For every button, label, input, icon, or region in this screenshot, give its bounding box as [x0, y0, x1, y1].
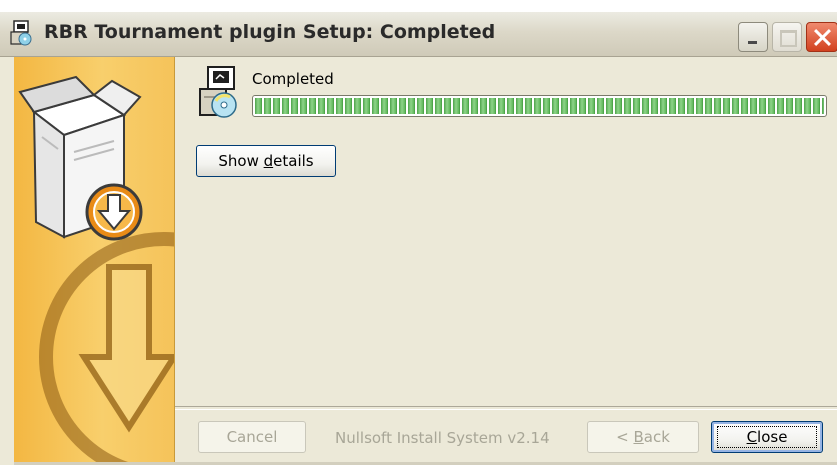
- close-button[interactable]: Close: [711, 421, 823, 453]
- back-accelerator: B: [633, 428, 644, 446]
- window-left-edge: [0, 57, 14, 465]
- close-window-button[interactable]: [806, 22, 837, 52]
- focus-ring: [717, 426, 817, 448]
- install-box-illustration: [18, 75, 174, 465]
- installer-progress-icon: [199, 66, 237, 118]
- client-area: Completed Show details Cancel Nullsoft I…: [0, 57, 837, 465]
- status-label: Completed: [252, 70, 334, 88]
- main-panel: Completed Show details Cancel Nullsoft I…: [175, 57, 837, 465]
- window-title: RBR Tournament plugin Setup: Completed: [44, 21, 496, 43]
- branding-text: Nullsoft Install System v2.14: [335, 429, 550, 447]
- title-bar[interactable]: RBR Tournament plugin Setup: Completed: [0, 12, 837, 57]
- maximize-button: [772, 22, 802, 52]
- installer-window: RBR Tournament plugin Setup: Completed C…: [0, 0, 837, 465]
- show-details-label-start: Show: [218, 152, 264, 170]
- back-button[interactable]: < Back: [587, 421, 699, 453]
- minimize-button[interactable]: [738, 22, 768, 52]
- back-label-end: ack: [643, 428, 670, 446]
- progress-bar: [252, 95, 827, 117]
- cancel-button[interactable]: Cancel: [198, 421, 306, 453]
- show-details-label-end: etails: [273, 152, 314, 170]
- installer-app-icon: [10, 20, 32, 46]
- side-banner: [14, 57, 175, 465]
- back-label-start: <: [616, 428, 634, 446]
- show-details-button[interactable]: Show details: [196, 145, 336, 177]
- show-details-accelerator: d: [263, 152, 274, 170]
- progress-fill: [255, 98, 824, 114]
- footer-divider: [175, 406, 837, 410]
